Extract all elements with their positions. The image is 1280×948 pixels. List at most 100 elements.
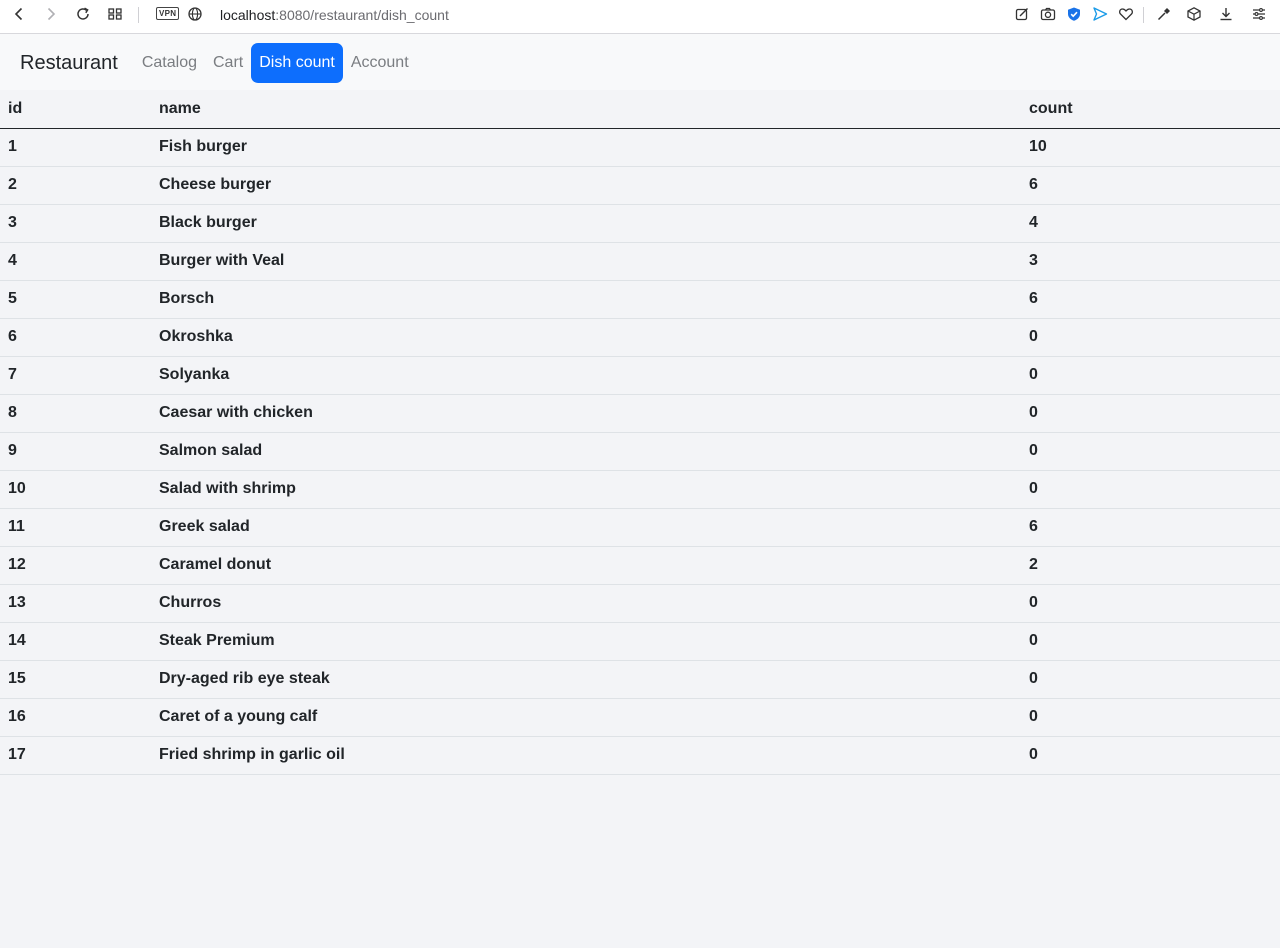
cell-name: Burger with Veal xyxy=(151,242,1021,281)
column-header-id: id xyxy=(0,90,151,129)
cell-count: 0 xyxy=(1021,698,1280,737)
cell-count: 6 xyxy=(1021,166,1280,205)
table-row: 15 Dry-aged rib eye steak 0 xyxy=(0,660,1280,699)
nav-link-cart[interactable]: Cart xyxy=(205,43,251,83)
cell-count: 3 xyxy=(1021,242,1280,281)
table-row: 5 Borsch 6 xyxy=(0,280,1280,319)
cell-name: Salad with shrimp xyxy=(151,470,1021,509)
download-icon[interactable] xyxy=(1214,2,1238,26)
cell-count: 10 xyxy=(1021,128,1280,167)
table-row: 4 Burger with Veal 3 xyxy=(0,242,1280,281)
heart-icon[interactable] xyxy=(1114,2,1138,26)
cell-count: 6 xyxy=(1021,508,1280,547)
table-row: 3 Black burger 4 xyxy=(0,204,1280,243)
cell-name: Black burger xyxy=(151,204,1021,243)
table-row: 13 Churros 0 xyxy=(0,584,1280,623)
app-navbar: Restaurant Catalog Cart Dish count Accou… xyxy=(0,34,1280,90)
table-row: 1 Fish burger 10 xyxy=(0,128,1280,167)
tabs-grid-icon[interactable] xyxy=(103,2,127,26)
table-row: 16 Caret of a young calf 0 xyxy=(0,698,1280,737)
cube-icon[interactable] xyxy=(1182,2,1206,26)
shield-icon[interactable] xyxy=(1062,2,1086,26)
cell-id: 2 xyxy=(0,166,151,205)
table-row: 12 Caramel donut 2 xyxy=(0,546,1280,585)
address-bar[interactable]: localhost:8080/restaurant/dish_count xyxy=(220,6,449,24)
cell-id: 3 xyxy=(0,204,151,243)
cell-name: Okroshka xyxy=(151,318,1021,357)
table-row: 7 Solyanka 0 xyxy=(0,356,1280,395)
cell-id: 13 xyxy=(0,584,151,623)
cell-name: Dry-aged rib eye steak xyxy=(151,660,1021,699)
cell-id: 5 xyxy=(0,280,151,319)
back-icon[interactable] xyxy=(7,2,31,26)
cell-id: 10 xyxy=(0,470,151,509)
table-header-row: id name count xyxy=(0,90,1280,129)
cell-count: 0 xyxy=(1021,736,1280,775)
send-icon[interactable] xyxy=(1088,2,1112,26)
cell-name: Greek salad xyxy=(151,508,1021,547)
cell-name: Salmon salad xyxy=(151,432,1021,471)
cell-name: Churros xyxy=(151,584,1021,623)
cell-id: 6 xyxy=(0,318,151,357)
cell-id: 4 xyxy=(0,242,151,281)
cell-name: Cheese burger xyxy=(151,166,1021,205)
cell-id: 9 xyxy=(0,432,151,471)
cell-count: 0 xyxy=(1021,584,1280,623)
cell-id: 11 xyxy=(0,508,151,547)
browser-toolbar: VPN localhost:8080/restaurant/dish_count xyxy=(0,0,1280,34)
eyedropper-icon[interactable] xyxy=(1152,2,1176,26)
table-row: 2 Cheese burger 6 xyxy=(0,166,1280,205)
table-row: 9 Salmon salad 0 xyxy=(0,432,1280,471)
cell-name: Solyanka xyxy=(151,356,1021,395)
table-row: 10 Salad with shrimp 0 xyxy=(0,470,1280,509)
toolbar-divider xyxy=(1143,7,1144,23)
edit-icon[interactable] xyxy=(1010,2,1034,26)
url-host: localhost xyxy=(220,7,276,23)
nav-link-dish-count[interactable]: Dish count xyxy=(251,43,343,83)
cell-id: 8 xyxy=(0,394,151,433)
cell-name: Fish burger xyxy=(151,128,1021,167)
vpn-badge[interactable]: VPN xyxy=(156,7,180,20)
cell-count: 0 xyxy=(1021,394,1280,433)
cell-id: 14 xyxy=(0,622,151,661)
cell-count: 0 xyxy=(1021,660,1280,699)
url-path: :8080/restaurant/dish_count xyxy=(275,7,449,23)
nav-link-account[interactable]: Account xyxy=(343,43,417,83)
cell-name: Steak Premium xyxy=(151,622,1021,661)
cell-name: Fried shrimp in garlic oil xyxy=(151,736,1021,775)
column-header-count: count xyxy=(1021,90,1280,129)
toolbar-divider xyxy=(138,7,139,23)
cell-count: 0 xyxy=(1021,356,1280,395)
cell-name: Caret of a young calf xyxy=(151,698,1021,737)
cell-count: 0 xyxy=(1021,470,1280,509)
brand-title[interactable]: Restaurant xyxy=(20,52,118,75)
cell-count: 4 xyxy=(1021,204,1280,243)
table-row: 8 Caesar with chicken 0 xyxy=(0,394,1280,433)
dish-count-table: id name count 1 Fish burger 10 2 Cheese burg… xyxy=(0,90,1280,775)
menu-icon[interactable] xyxy=(1247,2,1271,26)
cell-name: Borsch xyxy=(151,280,1021,319)
table-row: 17 Fried shrimp in garlic oil 0 xyxy=(0,736,1280,775)
cell-count: 0 xyxy=(1021,432,1280,471)
cell-name: Caesar with chicken xyxy=(151,394,1021,433)
table-row: 6 Okroshka 0 xyxy=(0,318,1280,357)
table-row: 14 Steak Premium 0 xyxy=(0,622,1280,661)
cell-id: 7 xyxy=(0,356,151,395)
cell-count: 0 xyxy=(1021,318,1280,357)
cell-id: 12 xyxy=(0,546,151,585)
globe-icon[interactable] xyxy=(183,2,207,26)
cell-id: 16 xyxy=(0,698,151,737)
table-row: 11 Greek salad 6 xyxy=(0,508,1280,547)
reload-icon[interactable] xyxy=(71,2,95,26)
cell-id: 15 xyxy=(0,660,151,699)
cell-name: Caramel donut xyxy=(151,546,1021,585)
cell-id: 1 xyxy=(0,128,151,167)
column-header-name: name xyxy=(151,90,1021,129)
forward-icon[interactable] xyxy=(39,2,63,26)
cell-count: 6 xyxy=(1021,280,1280,319)
cell-id: 17 xyxy=(0,736,151,775)
nav-link-catalog[interactable]: Catalog xyxy=(134,43,205,83)
camera-icon[interactable] xyxy=(1036,2,1060,26)
cell-count: 2 xyxy=(1021,546,1280,585)
cell-count: 0 xyxy=(1021,622,1280,661)
